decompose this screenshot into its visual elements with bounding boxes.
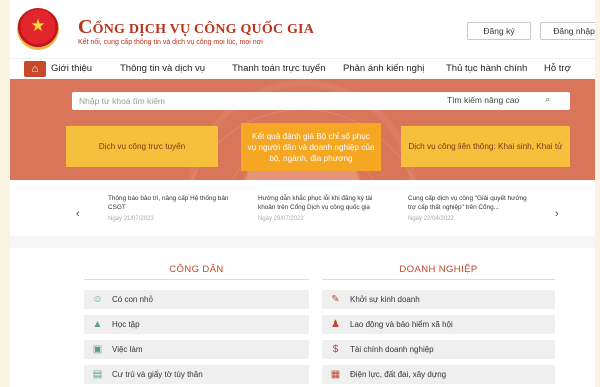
section-divider	[10, 236, 595, 248]
id-card-icon: ▤	[92, 369, 103, 380]
page-frame: ★ CỔNG DỊCH VỤ CÔNG QUỐC GIA Kết nối, cu…	[10, 0, 595, 387]
tile-linked-services[interactable]: Dịch vụ công liên thông: Khai sinh, Khai…	[401, 126, 570, 167]
hero-banner: Tìm kiếm nâng cao ⌕ Dịch vụ công trực tu…	[10, 79, 595, 354]
search-icon[interactable]: ⌕	[545, 94, 550, 105]
tile-online-services[interactable]: Dịch vụ công trực tuyến	[66, 126, 218, 167]
business-item-tai-chinh[interactable]: $ Tài chính doanh nghiệp	[322, 340, 555, 359]
site-header: ★ CỔNG DỊCH VỤ CÔNG QUỐC GIA Kết nối, cu…	[10, 0, 595, 58]
chevron-left-icon[interactable]: ‹	[76, 208, 80, 220]
register-button[interactable]: Đăng ký	[467, 22, 531, 40]
site-title[interactable]: CỔNG DỊCH VỤ CÔNG QUỐC GIA	[78, 16, 314, 39]
star-icon: ★	[30, 16, 46, 35]
rocket-icon: ✎	[331, 294, 340, 305]
business-item-lao-dong[interactable]: ♟ Lao động và bảo hiểm xã hội	[322, 315, 555, 334]
citizen-item-viec-lam[interactable]: ▣ Việc làm	[84, 340, 309, 359]
baby-icon: ☺	[92, 294, 103, 305]
business-section-title: DOANH NGHIỆP	[399, 264, 478, 275]
search-bar: Tìm kiếm nâng cao ⌕	[72, 92, 570, 110]
search-input[interactable]	[72, 92, 442, 110]
login-button[interactable]: Đăng nhập	[540, 22, 595, 40]
business-item-khoi-su[interactable]: ✎ Khởi sự kinh doanh	[322, 290, 555, 309]
nav-item-thu-tuc[interactable]: Thủ tục hành chính	[446, 63, 527, 74]
briefcase-icon: ▣	[92, 344, 103, 355]
main-nav: ⌂ Giới thiệu Thông tin và dịch vụ Thanh …	[10, 58, 595, 78]
nav-item-thanh-toan[interactable]: Thanh toán trực tuyến	[232, 63, 326, 74]
home-icon: ⌂	[31, 63, 39, 75]
home-button[interactable]: ⌂	[24, 61, 46, 77]
news-item[interactable]: Cung cấp dịch vụ công "Giải quyết hưởng …	[408, 194, 536, 222]
graduation-cap-icon: ▲	[92, 319, 103, 330]
citizen-title-underline	[84, 279, 309, 280]
nav-item-gioi-thieu[interactable]: Giới thiệu	[51, 63, 92, 74]
citizen-item-cu-tru[interactable]: ▤ Cư trú và giấy tờ tùy thân	[84, 365, 309, 384]
citizen-item-co-con-nho[interactable]: ☺ Có con nhỏ	[84, 290, 309, 309]
citizen-item-hoc-tap[interactable]: ▲ Học tập	[84, 315, 309, 334]
workers-icon: ♟	[331, 319, 340, 330]
business-item-dien-luc[interactable]: ▦ Điện lực, đất đai, xây dựng	[322, 365, 555, 384]
chevron-right-icon[interactable]: ›	[555, 208, 559, 220]
news-carousel: ‹ Thông báo bảo trì, nâng cấp Hệ thống b…	[10, 180, 595, 236]
nav-item-ho-tro[interactable]: Hỗ trợ	[544, 63, 571, 74]
national-emblem-logo[interactable]: ★	[17, 8, 59, 50]
building-icon: ▦	[330, 369, 341, 380]
citizen-section-title: CÔNG DÂN	[169, 264, 224, 275]
nav-item-phan-anh[interactable]: Phản ánh kiến nghị	[343, 63, 424, 74]
news-item[interactable]: Hướng dẫn khắc phục lỗi khi đăng ký tài …	[258, 194, 386, 222]
advanced-search-link[interactable]: Tìm kiếm nâng cao	[447, 95, 519, 105]
business-title-underline	[322, 279, 555, 280]
site-subtitle: Kết nối, cung cấp thông tin và dịch vụ c…	[78, 39, 263, 46]
news-item[interactable]: Thông báo bảo trì, nâng cấp Hệ thống bản…	[108, 194, 236, 222]
nav-item-thong-tin-dich-vu[interactable]: Thông tin và dịch vụ	[120, 63, 205, 74]
tile-evaluation-results[interactable]: Kết quả đánh giá Bộ chỉ số phục vụ người…	[241, 123, 381, 171]
dollar-icon: $	[332, 344, 339, 355]
